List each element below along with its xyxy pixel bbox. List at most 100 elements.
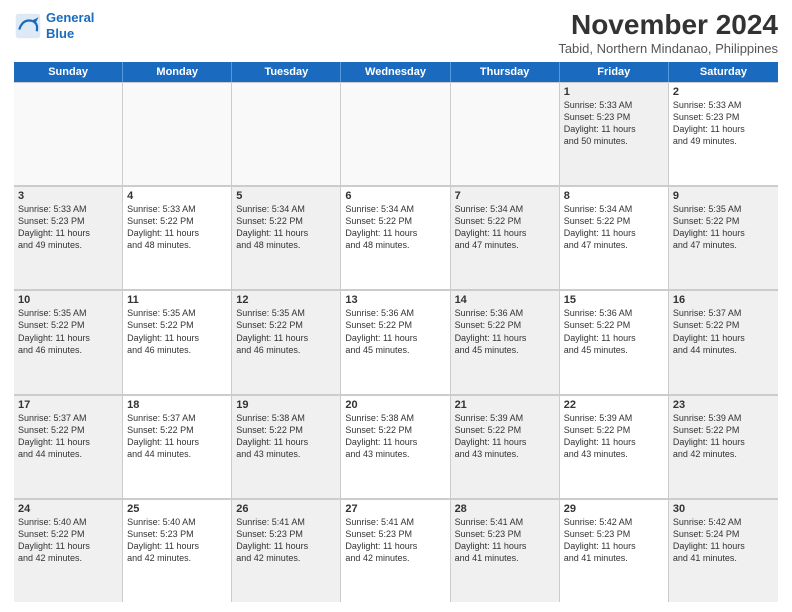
calendar-cell [123,82,232,185]
day-detail: Sunrise: 5:41 AM Sunset: 5:23 PM Dayligh… [455,516,555,565]
calendar-row-2: 3Sunrise: 5:33 AM Sunset: 5:23 PM Daylig… [14,186,778,290]
calendar-cell: 28Sunrise: 5:41 AM Sunset: 5:23 PM Dayli… [451,499,560,602]
day-number: 10 [18,294,118,306]
calendar-cell: 8Sunrise: 5:34 AM Sunset: 5:22 PM Daylig… [560,186,669,289]
calendar-cell: 17Sunrise: 5:37 AM Sunset: 5:22 PM Dayli… [14,395,123,498]
day-number: 14 [455,294,555,306]
calendar-cell: 12Sunrise: 5:35 AM Sunset: 5:22 PM Dayli… [232,290,341,393]
calendar-cell: 30Sunrise: 5:42 AM Sunset: 5:24 PM Dayli… [669,499,778,602]
day-detail: Sunrise: 5:39 AM Sunset: 5:22 PM Dayligh… [564,412,664,461]
day-number: 17 [18,399,118,411]
day-number: 27 [345,503,445,515]
day-detail: Sunrise: 5:39 AM Sunset: 5:22 PM Dayligh… [673,412,774,461]
day-detail: Sunrise: 5:35 AM Sunset: 5:22 PM Dayligh… [18,307,118,356]
calendar-cell: 10Sunrise: 5:35 AM Sunset: 5:22 PM Dayli… [14,290,123,393]
weekday-header-thursday: Thursday [451,62,560,82]
day-number: 13 [345,294,445,306]
day-number: 15 [564,294,664,306]
day-detail: Sunrise: 5:41 AM Sunset: 5:23 PM Dayligh… [236,516,336,565]
month-year: November 2024 [558,10,778,41]
day-number: 22 [564,399,664,411]
calendar-cell: 1Sunrise: 5:33 AM Sunset: 5:23 PM Daylig… [560,82,669,185]
day-detail: Sunrise: 5:36 AM Sunset: 5:22 PM Dayligh… [455,307,555,356]
day-detail: Sunrise: 5:40 AM Sunset: 5:23 PM Dayligh… [127,516,227,565]
day-number: 25 [127,503,227,515]
day-detail: Sunrise: 5:33 AM Sunset: 5:23 PM Dayligh… [18,203,118,252]
day-number: 23 [673,399,774,411]
calendar-cell [451,82,560,185]
day-number: 3 [18,190,118,202]
logo-text: General Blue [46,10,94,41]
day-detail: Sunrise: 5:34 AM Sunset: 5:22 PM Dayligh… [455,203,555,252]
day-detail: Sunrise: 5:42 AM Sunset: 5:23 PM Dayligh… [564,516,664,565]
weekday-header-friday: Friday [560,62,669,82]
day-detail: Sunrise: 5:34 AM Sunset: 5:22 PM Dayligh… [564,203,664,252]
day-number: 1 [564,86,664,98]
calendar-row-4: 17Sunrise: 5:37 AM Sunset: 5:22 PM Dayli… [14,395,778,499]
location: Tabid, Northern Mindanao, Philippines [558,41,778,56]
calendar-cell: 27Sunrise: 5:41 AM Sunset: 5:23 PM Dayli… [341,499,450,602]
calendar-row-3: 10Sunrise: 5:35 AM Sunset: 5:22 PM Dayli… [14,290,778,394]
calendar-cell [14,82,123,185]
day-detail: Sunrise: 5:35 AM Sunset: 5:22 PM Dayligh… [673,203,774,252]
header: General Blue November 2024 Tabid, Northe… [14,10,778,56]
day-number: 28 [455,503,555,515]
weekday-header-wednesday: Wednesday [341,62,450,82]
day-number: 30 [673,503,774,515]
calendar-row-5: 24Sunrise: 5:40 AM Sunset: 5:22 PM Dayli… [14,499,778,602]
calendar-cell: 25Sunrise: 5:40 AM Sunset: 5:23 PM Dayli… [123,499,232,602]
page: General Blue November 2024 Tabid, Northe… [0,0,792,612]
calendar-cell: 11Sunrise: 5:35 AM Sunset: 5:22 PM Dayli… [123,290,232,393]
day-detail: Sunrise: 5:35 AM Sunset: 5:22 PM Dayligh… [236,307,336,356]
day-detail: Sunrise: 5:39 AM Sunset: 5:22 PM Dayligh… [455,412,555,461]
day-number: 12 [236,294,336,306]
calendar-cell: 4Sunrise: 5:33 AM Sunset: 5:22 PM Daylig… [123,186,232,289]
day-number: 4 [127,190,227,202]
day-number: 5 [236,190,336,202]
day-number: 6 [345,190,445,202]
calendar-cell: 13Sunrise: 5:36 AM Sunset: 5:22 PM Dayli… [341,290,450,393]
calendar-cell: 24Sunrise: 5:40 AM Sunset: 5:22 PM Dayli… [14,499,123,602]
weekday-header-sunday: Sunday [14,62,123,82]
calendar-cell: 15Sunrise: 5:36 AM Sunset: 5:22 PM Dayli… [560,290,669,393]
day-detail: Sunrise: 5:40 AM Sunset: 5:22 PM Dayligh… [18,516,118,565]
title-block: November 2024 Tabid, Northern Mindanao, … [558,10,778,56]
calendar-cell: 3Sunrise: 5:33 AM Sunset: 5:23 PM Daylig… [14,186,123,289]
day-detail: Sunrise: 5:37 AM Sunset: 5:22 PM Dayligh… [673,307,774,356]
calendar-cell: 2Sunrise: 5:33 AM Sunset: 5:23 PM Daylig… [669,82,778,185]
day-detail: Sunrise: 5:34 AM Sunset: 5:22 PM Dayligh… [345,203,445,252]
day-number: 18 [127,399,227,411]
day-number: 19 [236,399,336,411]
calendar-cell: 26Sunrise: 5:41 AM Sunset: 5:23 PM Dayli… [232,499,341,602]
calendar-cell: 5Sunrise: 5:34 AM Sunset: 5:22 PM Daylig… [232,186,341,289]
calendar-cell: 9Sunrise: 5:35 AM Sunset: 5:22 PM Daylig… [669,186,778,289]
logo-general: General [46,10,94,25]
calendar-cell: 20Sunrise: 5:38 AM Sunset: 5:22 PM Dayli… [341,395,450,498]
calendar-cell: 19Sunrise: 5:38 AM Sunset: 5:22 PM Dayli… [232,395,341,498]
calendar-body: 1Sunrise: 5:33 AM Sunset: 5:23 PM Daylig… [14,82,778,602]
calendar-cell: 22Sunrise: 5:39 AM Sunset: 5:22 PM Dayli… [560,395,669,498]
logo: General Blue [14,10,94,41]
logo-blue: Blue [46,26,74,41]
day-detail: Sunrise: 5:36 AM Sunset: 5:22 PM Dayligh… [345,307,445,356]
calendar-cell [232,82,341,185]
weekday-header-tuesday: Tuesday [232,62,341,82]
calendar-cell: 18Sunrise: 5:37 AM Sunset: 5:22 PM Dayli… [123,395,232,498]
day-detail: Sunrise: 5:33 AM Sunset: 5:23 PM Dayligh… [564,99,664,148]
day-number: 8 [564,190,664,202]
calendar-cell: 16Sunrise: 5:37 AM Sunset: 5:22 PM Dayli… [669,290,778,393]
calendar-cell [341,82,450,185]
calendar-cell: 14Sunrise: 5:36 AM Sunset: 5:22 PM Dayli… [451,290,560,393]
day-number: 7 [455,190,555,202]
day-detail: Sunrise: 5:38 AM Sunset: 5:22 PM Dayligh… [345,412,445,461]
calendar-cell: 23Sunrise: 5:39 AM Sunset: 5:22 PM Dayli… [669,395,778,498]
day-detail: Sunrise: 5:38 AM Sunset: 5:22 PM Dayligh… [236,412,336,461]
day-number: 24 [18,503,118,515]
day-detail: Sunrise: 5:34 AM Sunset: 5:22 PM Dayligh… [236,203,336,252]
day-number: 26 [236,503,336,515]
calendar-row-1: 1Sunrise: 5:33 AM Sunset: 5:23 PM Daylig… [14,82,778,186]
day-detail: Sunrise: 5:33 AM Sunset: 5:23 PM Dayligh… [673,99,774,148]
day-number: 21 [455,399,555,411]
day-number: 11 [127,294,227,306]
day-detail: Sunrise: 5:36 AM Sunset: 5:22 PM Dayligh… [564,307,664,356]
